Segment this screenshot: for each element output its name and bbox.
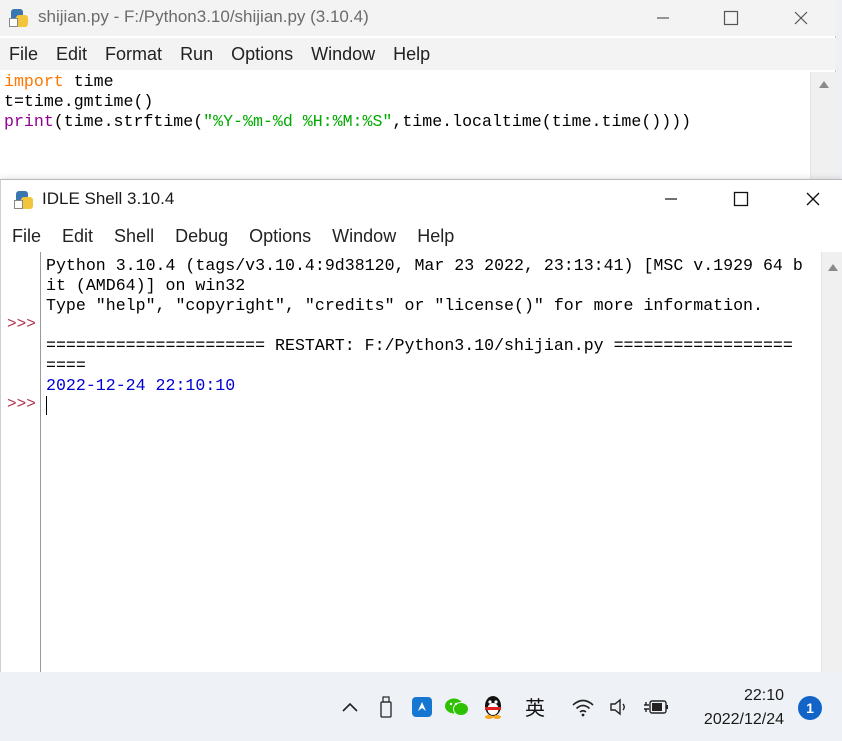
wifi-icon[interactable] — [568, 672, 598, 741]
scroll-up-arrow-icon[interactable] — [819, 81, 829, 88]
blue-app-icon[interactable] — [408, 672, 436, 741]
menu-run[interactable]: Run — [171, 44, 222, 65]
builtin-print: print — [4, 112, 54, 131]
minimize-icon — [665, 198, 677, 200]
code-editor[interactable]: import time t=time.gmtime() print(time.s… — [4, 72, 810, 182]
shell-title: IDLE Shell 3.10.4 — [42, 189, 175, 208]
program-output: 2022-12-24 22:10:10 — [46, 376, 236, 395]
editor-scrollbar[interactable] — [810, 72, 836, 182]
menu-options[interactable]: Options — [222, 44, 302, 65]
python-shell-icon — [14, 190, 34, 210]
code-text: (time.strftime( — [53, 112, 204, 131]
maximize-button[interactable] — [708, 0, 754, 36]
code-line-2: t=time.gmtime() — [4, 92, 154, 111]
shell-output[interactable]: Python 3.10.4 (tags/v3.10.4:9d38120, Mar… — [46, 256, 821, 416]
minimize-button[interactable] — [648, 181, 694, 217]
clock-date: 2022/12/24 — [703, 711, 784, 728]
menu-edit[interactable]: Edit — [51, 226, 103, 247]
shell-menubar: File Edit Shell Debug Options Window Hel… — [1, 220, 842, 252]
editor-titlebar[interactable]: shijian.py - F:/Python3.10/shijian.py (3… — [0, 0, 836, 36]
maximize-button[interactable] — [718, 181, 764, 217]
system-clock[interactable]: 22:10 2022/12/24 — [684, 684, 784, 732]
python-file-icon — [9, 8, 29, 28]
usb-drive-icon[interactable] — [372, 672, 400, 741]
prompt-gutter: >>> >>> — [1, 252, 41, 673]
input-method-indicator[interactable]: 英 — [518, 672, 552, 741]
menu-format[interactable]: Format — [96, 44, 171, 65]
banner-line: Python 3.10.4 (tags/v3.10.4:9d38120, Mar… — [46, 256, 803, 275]
code-text: time — [63, 72, 114, 91]
close-icon — [794, 11, 808, 25]
menu-options[interactable]: Options — [238, 226, 321, 247]
menu-window[interactable]: Window — [321, 226, 406, 247]
code-text: ,time.localtime(time.time()))) — [392, 112, 692, 131]
code-line-1: import time — [4, 72, 810, 92]
keyword-import: import — [4, 72, 64, 91]
string-literal: "%Y-%m-%d %H:%M:%S" — [203, 112, 393, 131]
input-line[interactable] — [46, 396, 821, 416]
wechat-icon[interactable] — [442, 672, 472, 741]
scroll-up-arrow-icon[interactable] — [828, 264, 838, 271]
clock-time: 22:10 — [743, 687, 784, 704]
speaker-icon[interactable] — [604, 672, 634, 741]
shell-titlebar[interactable]: IDLE Shell 3.10.4 — [1, 180, 842, 218]
restart-line: ====================== RESTART: F:/Pytho… — [46, 336, 793, 355]
shell-scrollbar[interactable] — [821, 252, 842, 673]
qq-penguin-icon[interactable] — [478, 672, 508, 741]
close-button[interactable] — [778, 0, 824, 36]
text-cursor — [46, 396, 47, 415]
close-button[interactable] — [790, 181, 836, 217]
code-line-3: print(time.strftime("%Y-%m-%d %H:%M:%S",… — [4, 112, 810, 132]
close-icon — [806, 192, 820, 206]
menu-edit[interactable]: Edit — [47, 44, 96, 65]
menu-file[interactable]: File — [0, 44, 47, 65]
editor-menubar: File Edit Format Run Options Window Help — [0, 38, 836, 70]
shell-prompt: >>> — [7, 315, 36, 333]
menu-help[interactable]: Help — [406, 226, 464, 247]
menu-shell[interactable]: Shell — [103, 226, 164, 247]
chevron-up-icon[interactable] — [336, 672, 364, 741]
restart-line: ==== — [46, 356, 86, 375]
menu-window[interactable]: Window — [302, 44, 384, 65]
banner-line: it (AMD64)] on win32 — [46, 276, 246, 295]
minimize-icon — [657, 17, 669, 19]
editor-window: shijian.py - F:/Python3.10/shijian.py (3… — [0, 0, 836, 182]
minimize-button[interactable] — [640, 0, 686, 36]
maximize-icon — [723, 10, 739, 26]
menu-debug[interactable]: Debug — [164, 226, 238, 247]
taskbar: 英 22:10 2022/12/24 1 — [0, 672, 842, 741]
editor-title: shijian.py - F:/Python3.10/shijian.py (3… — [38, 7, 369, 26]
shell-window: IDLE Shell 3.10.4 File Edit Shell Debug … — [0, 179, 842, 673]
maximize-icon — [733, 191, 749, 207]
banner-line: Type "help", "copyright", "credits" or "… — [46, 296, 763, 315]
menu-file[interactable]: File — [1, 226, 51, 247]
shell-prompt: >>> — [7, 395, 36, 413]
notification-badge[interactable]: 1 — [798, 696, 822, 720]
battery-plug-icon[interactable] — [640, 672, 672, 741]
menu-help[interactable]: Help — [384, 44, 439, 65]
